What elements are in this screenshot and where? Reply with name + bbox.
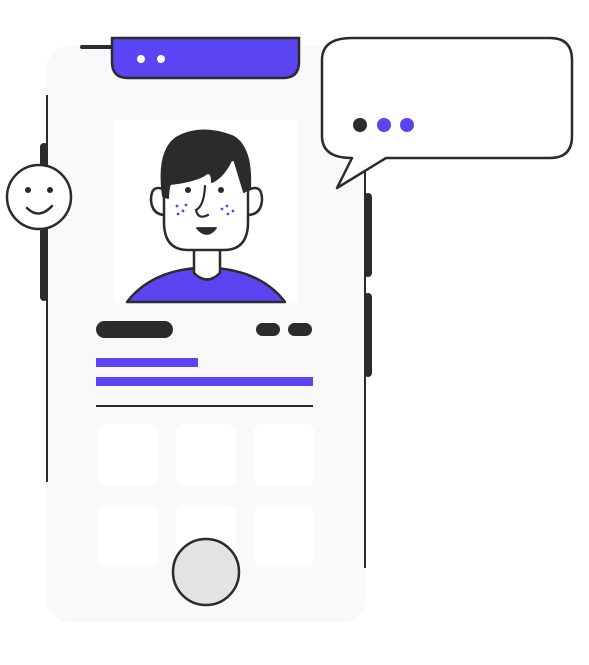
speech-bubble-shape bbox=[320, 36, 574, 190]
profile-name-pill bbox=[96, 321, 173, 338]
typing-dot bbox=[353, 118, 367, 132]
grid-tile[interactable] bbox=[254, 505, 314, 567]
home-button[interactable] bbox=[171, 537, 241, 607]
illustration bbox=[0, 0, 589, 660]
accent-bar-short bbox=[96, 358, 198, 367]
profile-meta-pill bbox=[288, 323, 312, 336]
typing-dot bbox=[400, 118, 414, 132]
smiley-badge bbox=[5, 163, 73, 231]
notch-dot bbox=[157, 55, 165, 63]
speech-bubble bbox=[320, 36, 574, 190]
profile-meta-pill bbox=[256, 323, 280, 336]
smiley-left-eye bbox=[25, 187, 31, 193]
grid-tile[interactable] bbox=[176, 424, 236, 486]
grid-tile[interactable] bbox=[254, 424, 314, 486]
avatar-right-eye bbox=[218, 187, 224, 193]
typing-dot bbox=[377, 118, 391, 132]
avatar-left-eye bbox=[185, 187, 191, 193]
smiley-face-icon bbox=[5, 163, 73, 231]
grid-tile[interactable] bbox=[98, 424, 158, 486]
phone-right-side-button-top bbox=[364, 193, 372, 277]
smiley-right-eye bbox=[47, 187, 53, 193]
notch-dot bbox=[137, 55, 145, 63]
phone-right-side-button-bottom bbox=[364, 293, 372, 377]
accent-bar-long bbox=[96, 377, 313, 386]
illustration-svg bbox=[5, 36, 574, 623]
grid-tile[interactable] bbox=[98, 505, 158, 567]
